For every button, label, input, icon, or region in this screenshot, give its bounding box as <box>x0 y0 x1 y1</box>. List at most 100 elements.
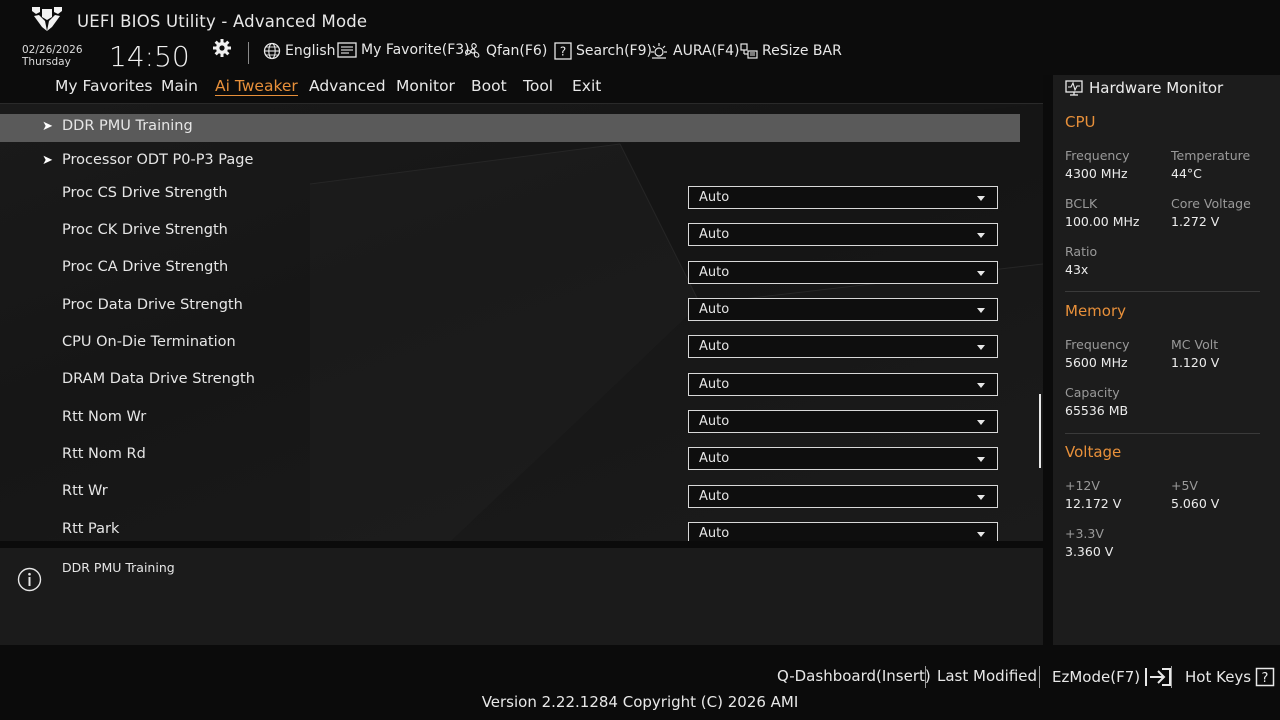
resize-bar-button[interactable]: ReSize BAR <box>740 42 842 60</box>
language-button[interactable]: English <box>263 42 336 60</box>
mc-volt-value: 1.120 V <box>1171 355 1220 370</box>
version-text: Version 2.22.1284 Copyright (C) 2026 AMI <box>481 693 799 711</box>
fan-icon <box>464 43 480 58</box>
cpu-heading: CPU <box>1065 113 1096 131</box>
rtt-nom-wr-select[interactable]: Auto <box>688 410 998 433</box>
cpu-on-die-termination-select[interactable]: Auto <box>688 335 998 358</box>
rtt-wr-select[interactable]: Auto <box>688 485 998 508</box>
my-favorite-icon <box>337 42 357 58</box>
tab-ai-tweaker[interactable]: Ai Tweaker <box>215 77 298 96</box>
main-nav: My Favorites Main Ai Tweaker Advanced Mo… <box>0 75 1043 103</box>
proc-ck-drive-strength-select[interactable]: Auto <box>688 223 998 246</box>
app-title: UEFI BIOS Utility - Advanced Mode <box>77 12 368 31</box>
chevron-down-icon <box>977 457 985 462</box>
tab-boot[interactable]: Boot <box>471 77 507 95</box>
footer-bar: Q-Dashboard(Insert) Last Modified EzMode… <box>0 645 1280 720</box>
cpu-temperature-label: Temperature <box>1171 148 1251 163</box>
select-value: Auto <box>699 489 730 504</box>
select-value: Auto <box>699 526 730 541</box>
select-value: Auto <box>699 190 730 205</box>
chevron-down-icon <box>977 383 985 388</box>
capacity-label: Capacity <box>1065 385 1120 400</box>
cpu-frequency-value: 4300 MHz <box>1065 166 1128 181</box>
globe-icon <box>263 42 281 60</box>
proc-cs-drive-strength-select[interactable]: Auto <box>688 186 998 209</box>
submenu-label: Processor ODT P0-P3 Page <box>62 152 254 168</box>
date-display: 02/26/2026 Thursday <box>22 44 83 68</box>
cpu-frequency-label: Frequency <box>1065 148 1130 163</box>
search-icon: ? <box>554 42 572 60</box>
setting-label: Rtt Park <box>62 521 120 537</box>
footer-divider <box>1171 666 1172 688</box>
setting-label: Proc CS Drive Strength <box>62 185 228 201</box>
proc-data-drive-strength-select[interactable]: Auto <box>688 298 998 321</box>
section-divider <box>1065 433 1260 434</box>
chevron-down-icon <box>977 420 985 425</box>
aura-button[interactable]: AURA(F4) <box>649 42 739 60</box>
settings-scrollbar[interactable] <box>1039 394 1041 468</box>
last-modified-button[interactable]: Last Modified <box>937 667 1037 685</box>
tab-my-favorites[interactable]: My Favorites <box>55 77 153 95</box>
memory-frequency-value: 5600 MHz <box>1065 355 1128 370</box>
header-divider <box>248 42 249 64</box>
tab-tool[interactable]: Tool <box>523 77 553 95</box>
cpu-temperature-value: 44°C <box>1171 166 1202 181</box>
tab-main[interactable]: Main <box>161 77 198 95</box>
tuf-logo <box>32 7 62 31</box>
aura-icon <box>651 43 667 59</box>
submenu-label: DDR PMU Training <box>62 118 193 134</box>
setting-label: Proc CK Drive Strength <box>62 222 228 238</box>
rtt-park-select[interactable]: Auto <box>688 522 998 541</box>
tab-exit[interactable]: Exit <box>572 77 601 95</box>
v33-value: 3.360 V <box>1065 544 1114 559</box>
setting-label: Rtt Nom Rd <box>62 446 146 462</box>
ezmode-exit-icon <box>1145 668 1172 686</box>
chevron-down-icon <box>977 271 985 276</box>
qfan-label: Qfan(F6) <box>486 43 548 59</box>
dram-data-drive-strength-select[interactable]: Auto <box>688 373 998 396</box>
ezmode-label: EzMode(F7) <box>1052 668 1141 686</box>
chevron-down-icon <box>977 345 985 350</box>
chevron-down-icon <box>977 196 985 201</box>
bclk-label: BCLK <box>1065 196 1098 211</box>
chevron-down-icon <box>977 495 985 500</box>
ezmode-button[interactable]: EzMode(F7) <box>1052 667 1172 687</box>
setting-label: DRAM Data Drive Strength <box>62 371 255 387</box>
last-modified-label: Last Modified <box>937 667 1038 685</box>
setting-label: Rtt Nom Wr <box>62 409 147 425</box>
submenu-ddr-pmu-training[interactable]: ➤ DDR PMU Training <box>0 114 1020 142</box>
submenu-processor-odt[interactable]: ➤ Processor ODT P0-P3 Page <box>0 148 1020 176</box>
hot-keys-button[interactable]: Hot Keys ? <box>1185 667 1275 687</box>
resize-bar-icon <box>740 43 758 59</box>
capacity-value: 65536 MB <box>1065 403 1129 418</box>
tab-monitor[interactable]: Monitor <box>396 77 455 95</box>
header-bar: UEFI BIOS Utility - Advanced Mode 02/26/… <box>0 0 1280 75</box>
v5-value: 5.060 V <box>1171 496 1220 511</box>
language-label: English <box>285 43 336 59</box>
my-favorite-button[interactable]: My Favorite(F3) <box>337 42 470 58</box>
v12-value: 12.172 V <box>1065 496 1122 511</box>
setting-label: CPU On-Die Termination <box>62 334 236 350</box>
help-icon: ? <box>1255 667 1275 687</box>
svg-text:?: ? <box>560 45 566 59</box>
weekday-text: Thursday <box>22 56 71 68</box>
date-text: 02/26/2026 <box>22 44 83 56</box>
select-value: Auto <box>699 451 730 466</box>
setting-label: Rtt Wr <box>62 483 108 499</box>
hardware-monitor-header: Hardware Monitor <box>1065 79 1223 97</box>
q-dashboard-button[interactable]: Q-Dashboard(Insert) <box>777 667 931 685</box>
search-button[interactable]: ? Search(F9) <box>554 42 652 60</box>
footer-divider <box>1039 666 1040 688</box>
rtt-nom-rd-select[interactable]: Auto <box>688 447 998 470</box>
select-value: Auto <box>699 265 730 280</box>
aura-label: AURA(F4) <box>673 43 740 59</box>
q-dashboard-label: Q-Dashboard(Insert) <box>777 667 931 685</box>
select-value: Auto <box>699 302 730 317</box>
resize-bar-label: ReSize BAR <box>762 43 842 59</box>
tab-advanced[interactable]: Advanced <box>309 77 386 95</box>
gear-icon[interactable] <box>212 38 232 58</box>
qfan-button[interactable]: Qfan(F6) <box>464 42 547 60</box>
proc-ca-drive-strength-select[interactable]: Auto <box>688 261 998 284</box>
svg-text:?: ? <box>1262 671 1269 686</box>
voltage-heading: Voltage <box>1065 443 1122 461</box>
